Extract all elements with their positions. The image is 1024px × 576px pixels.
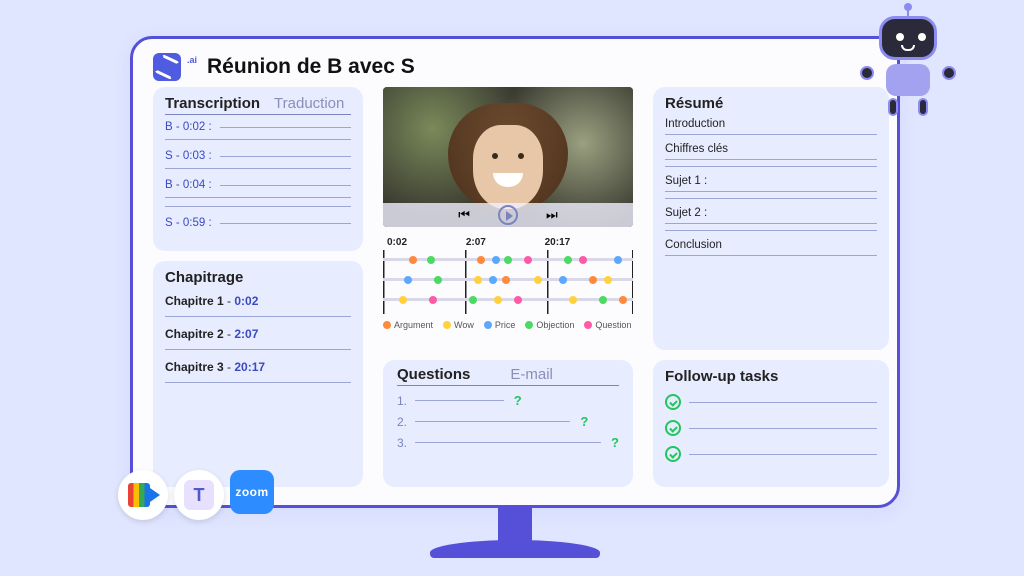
timeline-dot[interactable]: [514, 296, 522, 304]
timeline-label: 20:17: [545, 237, 571, 248]
transcript-line[interactable]: B - 0:04 :: [165, 177, 351, 193]
check-icon: [665, 446, 681, 462]
integration-icons: T zoom: [118, 470, 274, 520]
transcript-line[interactable]: S - 0:03 :: [165, 148, 351, 164]
resume-panel: Résumé Introduction Chiffres clés Sujet 1 …: [653, 87, 889, 350]
tab-transcription[interactable]: Transcription: [165, 95, 260, 112]
timeline-dot[interactable]: [474, 276, 482, 284]
legend-item: Price: [484, 320, 516, 330]
timeline-dot[interactable]: [404, 276, 412, 284]
google-meet-icon[interactable]: [118, 470, 168, 520]
transcript-line[interactable]: S - 0:59 :: [165, 215, 351, 231]
video-section: ⏮ ⏭ 0:02 2:07 20:17 Argument Wow Price Object…: [383, 87, 633, 350]
timeline-dot[interactable]: [559, 276, 567, 284]
chapter-item[interactable]: Chapitre 2 - 2:07: [165, 323, 351, 345]
timeline-dot[interactable]: [434, 276, 442, 284]
resume-section[interactable]: Chiffres clés: [665, 141, 877, 155]
chapitrage-panel: Chapitrage Chapitre 1 - 0:02 Chapitre 2 -…: [153, 261, 363, 487]
timeline-dot[interactable]: [604, 276, 612, 284]
timeline-dot[interactable]: [619, 296, 627, 304]
microsoft-teams-icon[interactable]: T: [174, 470, 224, 520]
timeline-dot[interactable]: [399, 296, 407, 304]
app-monitor: .ai Réunion de B avec S Transcription Tr…: [130, 36, 900, 508]
monitor-base: [430, 540, 600, 558]
legend-item: Objection: [525, 320, 574, 330]
next-track-icon[interactable]: ⏭: [546, 207, 558, 223]
header: .ai Réunion de B avec S: [153, 53, 877, 81]
prev-track-icon[interactable]: ⏮: [458, 207, 470, 223]
timeline-dot[interactable]: [589, 276, 597, 284]
logo-suffix: .ai: [187, 55, 197, 65]
timeline-dot[interactable]: [492, 256, 500, 264]
timeline-dot[interactable]: [524, 256, 532, 264]
timeline[interactable]: [383, 250, 633, 314]
legend-item: Argument: [383, 320, 433, 330]
timeline-dot[interactable]: [427, 256, 435, 264]
timeline-label: 0:02: [387, 237, 407, 248]
chapitrage-title: Chapitrage: [165, 269, 351, 286]
chapter-item[interactable]: Chapitre 1 - 0:02: [165, 290, 351, 312]
monitor-stand: [498, 506, 532, 544]
timeline-dot[interactable]: [504, 256, 512, 264]
timeline-dot[interactable]: [564, 256, 572, 264]
ai-robot-icon: [862, 16, 954, 126]
resume-section[interactable]: Sujet 1 :: [665, 173, 877, 187]
app-logo-icon: [153, 53, 181, 81]
task-item[interactable]: [665, 441, 877, 467]
meeting-title: Réunion de B avec S: [207, 55, 415, 79]
question-row[interactable]: 3.?: [397, 432, 619, 453]
questions-panel: Questions E-mail 1.?2.?3.?: [383, 360, 633, 487]
timeline-label: 2:07: [466, 237, 486, 248]
timeline-dot[interactable]: [502, 276, 510, 284]
transcription-panel: Transcription Traduction B - 0:02 : S - 0…: [153, 87, 363, 251]
timeline-legend: Argument Wow Price Objection Question: [383, 320, 633, 330]
transcript-line[interactable]: B - 0:02 :: [165, 119, 351, 135]
video-thumbnail[interactable]: ⏮ ⏭: [383, 87, 633, 227]
tasks-title: Follow-up tasks: [665, 368, 877, 385]
legend-item: Question: [584, 320, 631, 330]
timeline-dot[interactable]: [579, 256, 587, 264]
tab-traduction[interactable]: Traduction: [274, 95, 344, 112]
task-item[interactable]: [665, 415, 877, 441]
timeline-dot[interactable]: [569, 296, 577, 304]
timeline-dot[interactable]: [469, 296, 477, 304]
timeline-dot[interactable]: [409, 256, 417, 264]
task-item[interactable]: [665, 389, 877, 415]
resume-section[interactable]: Introduction: [665, 116, 877, 130]
tasks-panel: Follow-up tasks: [653, 360, 889, 487]
timeline-dot[interactable]: [614, 256, 622, 264]
play-icon[interactable]: [498, 205, 518, 225]
question-row[interactable]: 1.?: [397, 390, 619, 411]
tab-email[interactable]: E-mail: [510, 366, 553, 383]
resume-title: Résumé: [665, 95, 877, 112]
timeline-dot[interactable]: [489, 276, 497, 284]
timeline-dot[interactable]: [534, 276, 542, 284]
question-row[interactable]: 2.?: [397, 411, 619, 432]
resume-section[interactable]: Conclusion: [665, 237, 877, 251]
timeline-dot[interactable]: [477, 256, 485, 264]
chapter-item[interactable]: Chapitre 3 - 20:17: [165, 356, 351, 378]
timeline-dot[interactable]: [494, 296, 502, 304]
video-controls: ⏮ ⏭: [383, 203, 633, 227]
timeline-dot[interactable]: [429, 296, 437, 304]
tab-questions[interactable]: Questions: [397, 366, 470, 383]
timeline-dot[interactable]: [599, 296, 607, 304]
zoom-icon[interactable]: zoom: [230, 470, 274, 514]
resume-section[interactable]: Sujet 2 :: [665, 205, 877, 219]
timeline-section: 0:02 2:07 20:17 Argument Wow Price Objection Q…: [383, 237, 633, 330]
check-icon: [665, 394, 681, 410]
check-icon: [665, 420, 681, 436]
legend-item: Wow: [443, 320, 474, 330]
